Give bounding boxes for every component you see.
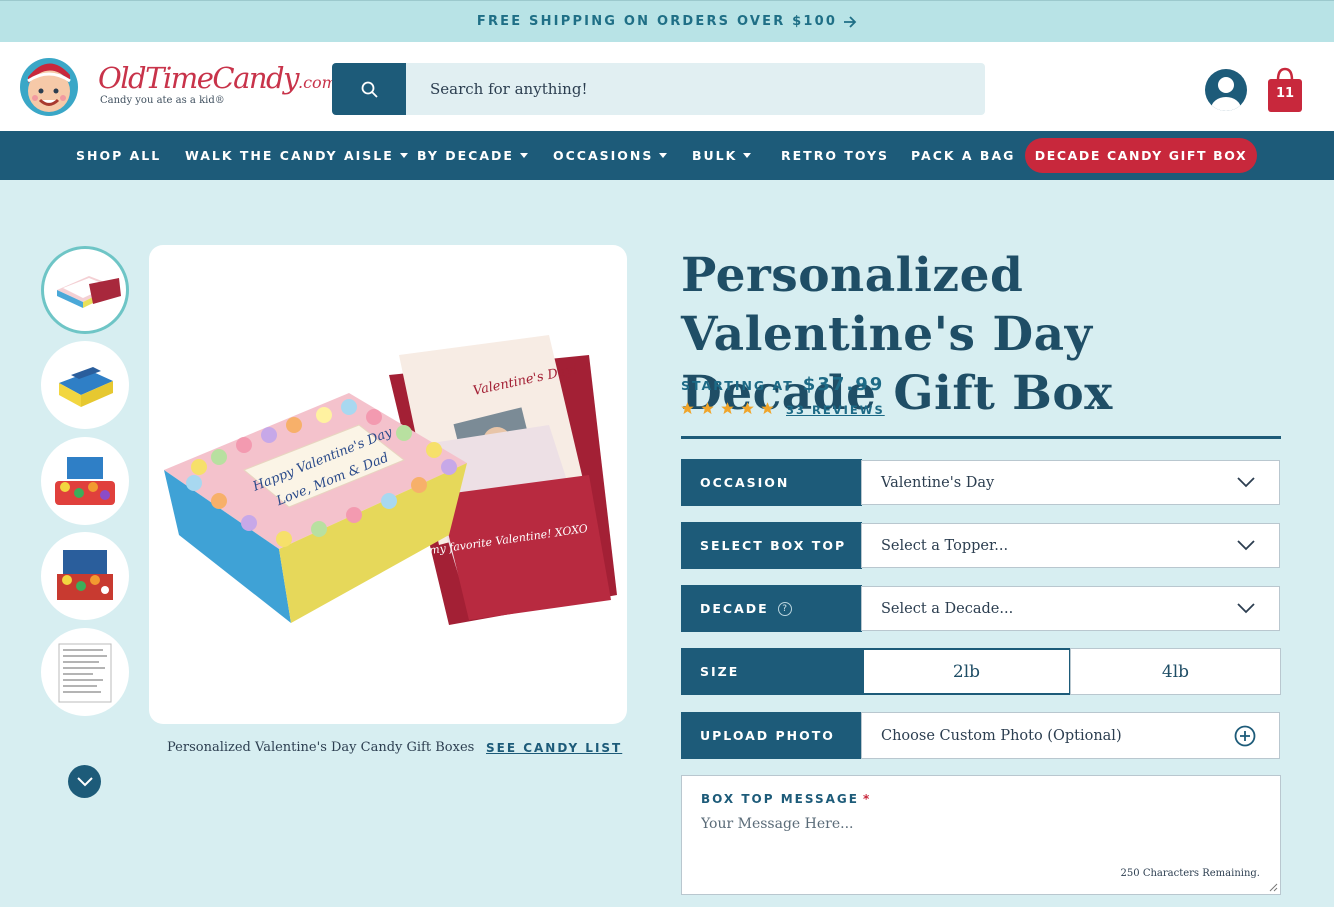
caret-down-icon: [399, 153, 408, 158]
star-icon: [741, 402, 754, 415]
candy-box-open-thumbnail-image: [57, 550, 113, 600]
decade-label-text: DECADE: [700, 601, 769, 616]
product-title: Personalized Valentine's Day Decade Gift…: [681, 248, 1113, 421]
search-icon: [361, 81, 378, 98]
thumbnail-4[interactable]: [41, 532, 129, 620]
chevron-down-icon: [76, 776, 93, 786]
star-icon: [721, 402, 734, 415]
occasion-label: OCCASION: [681, 459, 862, 506]
box-top-value: Select a Topper...: [881, 537, 1009, 554]
size-2lb-button[interactable]: 2lb: [862, 648, 1071, 695]
search-button[interactable]: [332, 63, 406, 115]
candy-list-document-thumbnail-image: [58, 643, 112, 703]
nav-by-decade-label: BY DECADE: [417, 148, 514, 163]
search-input[interactable]: [406, 63, 985, 115]
size-4lb-button[interactable]: 4lb: [1070, 648, 1281, 695]
required-mark: *: [862, 792, 872, 806]
star-rating: [680, 401, 775, 416]
box-top-message-label: BOX TOP MESSAGE *: [701, 792, 871, 806]
box-top-select[interactable]: Select a Topper...: [861, 523, 1280, 568]
logo-wordmark: OldTimeCandy.com: [98, 61, 337, 95]
box-top-message-box: BOX TOP MESSAGE* 250 Characters Remainin…: [681, 775, 1281, 895]
cart-count: 11: [1275, 86, 1295, 101]
image-caption: Personalized Valentine's Day Candy Gift …: [167, 740, 475, 755]
occasion-select[interactable]: Valentine's Day: [861, 460, 1280, 505]
box-top-label: SELECT BOX TOP: [681, 522, 862, 569]
site-header: OldTimeCandy.com Candy you ate as a kid®…: [0, 42, 1334, 131]
size-label: SIZE: [681, 648, 862, 695]
upload-photo-button[interactable]: Choose Custom Photo (Optional): [861, 712, 1280, 759]
decade-gift-box-button[interactable]: DECADE CANDY GIFT BOX: [1025, 138, 1257, 173]
caret-down-icon: [743, 153, 752, 158]
reviews-link[interactable]: 33 REVIEWS: [786, 403, 885, 417]
site-logo[interactable]: OldTimeCandy.com Candy you ate as a kid®: [20, 53, 337, 119]
occasion-value: Valentine's Day: [881, 474, 995, 491]
promo-bar: FREE SHIPPING ON ORDERS OVER $100: [0, 0, 1334, 42]
star-icon: [681, 402, 694, 415]
thumbnail-3[interactable]: [41, 437, 129, 525]
candy-assortment-thumbnail-image: [55, 457, 115, 505]
thumbnail-1[interactable]: [41, 246, 129, 334]
account-button[interactable]: [1205, 69, 1247, 111]
arrow-right-icon: [844, 15, 857, 28]
nav-bulk-label: BULK: [692, 148, 738, 163]
help-icon[interactable]: ?: [777, 601, 792, 616]
nav-retro-toys[interactable]: RETRO TOYS: [781, 131, 889, 180]
main-product-image[interactable]: Valentine's Day! my favorite Valentine! …: [149, 245, 627, 724]
nav-retro-toys-label: RETRO TOYS: [781, 148, 890, 163]
mascot-logo-icon: [20, 58, 78, 116]
star-icon: [701, 402, 714, 415]
cart-button[interactable]: 11: [1267, 66, 1303, 114]
main-nav: SHOP ALL WALK THE CANDY AISLE BY DECADE …: [0, 131, 1334, 180]
nav-occasions-label: OCCASIONS: [553, 148, 654, 163]
gift-box-thumbnail-image: [57, 276, 121, 308]
search-bar: [332, 63, 985, 115]
box-top-message-input[interactable]: [701, 816, 1261, 866]
user-icon: [1205, 69, 1247, 111]
thumbnail-2[interactable]: [41, 341, 129, 429]
star-icon: [761, 402, 774, 415]
thumbnail-5[interactable]: [41, 628, 129, 716]
logo-wordmark-text: OldTimeCandy: [98, 61, 300, 95]
chevron-down-icon: [1237, 540, 1255, 551]
free-shipping-text: FREE SHIPPING ON ORDERS OVER $100: [476, 14, 838, 29]
price-row: STARTING AT $37.99: [681, 374, 884, 395]
nav-shop-all[interactable]: SHOP ALL: [76, 131, 161, 180]
logo-tagline: Candy you ate as a kid®: [100, 95, 225, 106]
upload-photo-value: Choose Custom Photo (Optional): [881, 727, 1122, 744]
characters-remaining: 250 Characters Remaining.: [1120, 868, 1260, 879]
gift-box-product-image: Valentine's Day! my favorite Valentine! …: [164, 335, 617, 625]
caret-down-icon: [659, 153, 668, 158]
upload-photo-label: UPLOAD PHOTO: [681, 712, 862, 759]
decade-value: Select a Decade...: [881, 600, 1014, 617]
box-top-message-label-text: BOX TOP MESSAGE: [701, 792, 859, 806]
free-shipping-link[interactable]: FREE SHIPPING ON ORDERS OVER $100: [477, 14, 857, 29]
thumbnails-next-button[interactable]: [68, 765, 101, 798]
plus-circle-icon: [1234, 725, 1256, 747]
chevron-down-icon: [1237, 603, 1255, 614]
section-divider: [681, 436, 1281, 439]
product-price: $37.99: [802, 374, 885, 395]
nav-shop-all-label: SHOP ALL: [76, 148, 162, 163]
nav-by-decade[interactable]: BY DECADE: [417, 131, 528, 180]
nav-walk-label: WALK THE CANDY AISLE: [185, 148, 394, 163]
nav-pack-a-bag[interactable]: PACK A BAG: [911, 131, 1015, 180]
blue-box-thumbnail-image: [59, 367, 113, 407]
nav-pack-a-bag-label: PACK A BAG: [911, 148, 1016, 163]
nav-occasions[interactable]: OCCASIONS: [553, 131, 668, 180]
caret-down-icon: [519, 153, 528, 158]
chevron-down-icon: [1237, 477, 1255, 488]
see-candy-list-link[interactable]: SEE CANDY LIST: [486, 741, 622, 755]
decade-select[interactable]: Select a Decade...: [861, 586, 1280, 631]
nav-bulk[interactable]: BULK: [692, 131, 752, 180]
starting-at-label: STARTING AT: [681, 378, 794, 393]
nav-walk-the-candy-aisle[interactable]: WALK THE CANDY AISLE: [185, 131, 408, 180]
resize-handle-icon[interactable]: [1269, 883, 1278, 892]
decade-label: DECADE ?: [681, 585, 862, 632]
